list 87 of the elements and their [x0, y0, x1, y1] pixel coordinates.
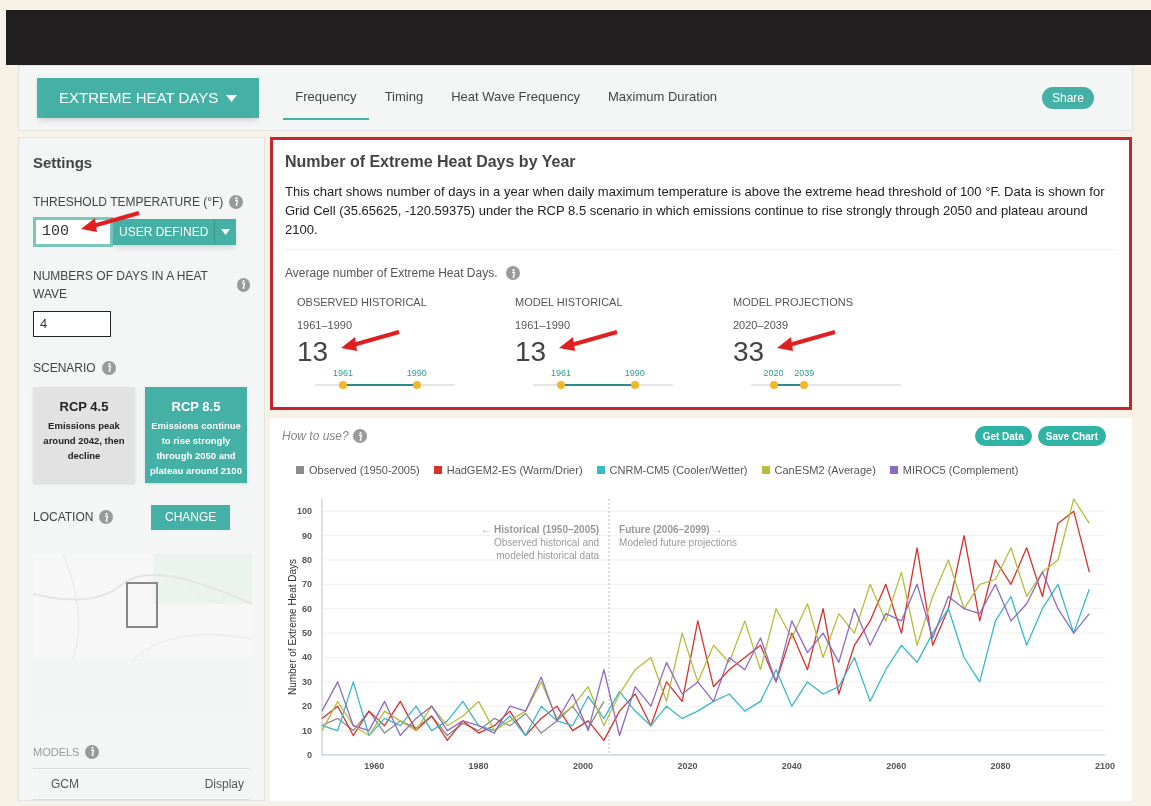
info-icon[interactable] [505, 266, 520, 280]
tab[interactable]: Maximum Duration [596, 76, 730, 120]
x-tick-label: 1960 [364, 760, 385, 771]
column-header: Display [204, 776, 244, 793]
y-tick-label: 60 [302, 603, 312, 614]
range-handle [769, 381, 778, 389]
stat-period: 1961–1990 [297, 317, 354, 333]
y-tick-label: 20 [302, 700, 312, 711]
range-handle [339, 381, 347, 389]
annotation-text: ← Historical (1950–2005) [481, 523, 600, 535]
legend-label[interactable]: CanESM2 (Average) [774, 462, 876, 479]
x-tick-label: 2000 [573, 760, 593, 771]
chart-title: Number of Extreme Heat Days by Year [285, 152, 577, 172]
y-tick-label: 30 [302, 676, 312, 687]
y-tick-label: 70 [302, 578, 312, 589]
tab[interactable]: Frequency [283, 76, 369, 120]
legend-label[interactable]: Observed (1950-2005) [309, 462, 420, 479]
y-tick-label: 80 [302, 554, 312, 565]
y-axis-title: Number of Extreme Heat Days [287, 558, 298, 695]
x-tick-label: 2100 [1095, 760, 1115, 771]
info-icon[interactable] [99, 510, 114, 524]
range-year: 2020 [763, 367, 784, 380]
info-icon[interactable] [352, 429, 367, 443]
range-handle [557, 381, 565, 389]
field-label: SCENARIO [33, 359, 96, 377]
caret-icon [226, 94, 238, 102]
field-label: LOCATION [33, 509, 94, 526]
stat-label: MODEL HISTORICAL [515, 295, 624, 310]
field-label: THRESHOLD TEMPERATURE (°F) [33, 193, 224, 211]
stat-label: OBSERVED HISTORICAL [297, 295, 428, 310]
range-handle [630, 381, 639, 389]
stat-label: MODEL PROJECTIONS [733, 295, 854, 310]
x-tick-label: 1980 [468, 760, 489, 771]
days-input[interactable]: 4 [33, 310, 111, 337]
stat-value: 13 [297, 335, 329, 369]
arrow-icon [557, 330, 619, 352]
description: This chart shows number of days in a year when daily maximum temperature is above the extreme head threshold of 100 °F. Data is shown for Grid Cell (35.65625, -120.59375) under the RCP 8.5 scenario in which emissions continue to rise strongly through 2050 and plateau around 2100. [285, 182, 1117, 250]
x-tick-label: 2060 [886, 760, 907, 771]
range-handle [800, 381, 809, 389]
range-year: 1961 [333, 367, 354, 380]
range-year: 2039 [794, 367, 815, 380]
y-tick-label: 10 [302, 725, 312, 736]
legend-label[interactable]: HadGEM2-ES (Warm/Drier) [446, 462, 583, 479]
legend-swatch [596, 466, 605, 475]
tab[interactable]: Heat Wave Frequency [439, 76, 592, 120]
average-label: Average number of Extreme Heat Days. [285, 265, 498, 282]
range-year: 1990 [624, 367, 645, 380]
x-tick-label: 2080 [990, 760, 1011, 771]
info-icon[interactable] [229, 194, 244, 209]
arrow-icon [775, 330, 837, 352]
stat-period: 1961–1990 [515, 317, 572, 333]
scenario-card[interactable]: RCP 4.5 Emissions peak around 2042, then decline [33, 386, 135, 483]
threshold-input[interactable]: 100 [33, 216, 113, 247]
legend-swatch [761, 466, 770, 475]
models-label: MODELS [33, 744, 80, 760]
legend-swatch [889, 466, 898, 475]
stat-value: 33 [733, 335, 765, 369]
column-header: GCM [51, 776, 79, 793]
annotation-text: Observed historical and [494, 536, 600, 548]
help-link[interactable]: How to use? [282, 427, 349, 445]
info-icon[interactable] [85, 744, 100, 759]
y-tick-label: 50 [302, 627, 312, 638]
annotation-text: modeled historical data [496, 549, 600, 561]
y-tick-label: 100 [296, 505, 312, 516]
legend-swatch [296, 466, 304, 475]
tab[interactable]: Timing [372, 76, 436, 120]
legend-label[interactable]: MIROC5 (Complement) [902, 462, 1019, 479]
range-handle [412, 381, 421, 389]
range-year: 1990 [406, 367, 427, 380]
x-tick-label: 2040 [781, 760, 802, 771]
settings-title: Settings [33, 153, 94, 173]
annotation-text: Future (2006–2099) → [619, 523, 723, 535]
info-icon[interactable] [236, 277, 250, 292]
field-label: NUMBERS OF DAYS IN A HEAT WAVE [33, 267, 209, 303]
info-icon[interactable] [101, 360, 116, 375]
stat-value: 13 [515, 335, 547, 369]
y-tick-label: 40 [302, 652, 312, 662]
x-tick-label: 2020 [677, 760, 698, 771]
arrow-icon [339, 330, 401, 352]
y-tick-label: 90 [302, 530, 312, 541]
grid-cell-marker [126, 581, 158, 628]
legend-swatch [433, 466, 442, 475]
y-tick-label: 0 [307, 749, 312, 760]
legend-label[interactable]: CNRM-CM5 (Cooler/Wetter) [609, 462, 748, 479]
stat-period: 2020–2039 [733, 317, 790, 333]
range-year: 1961 [551, 367, 572, 380]
annotation-text: Modeled future projections [619, 536, 737, 548]
